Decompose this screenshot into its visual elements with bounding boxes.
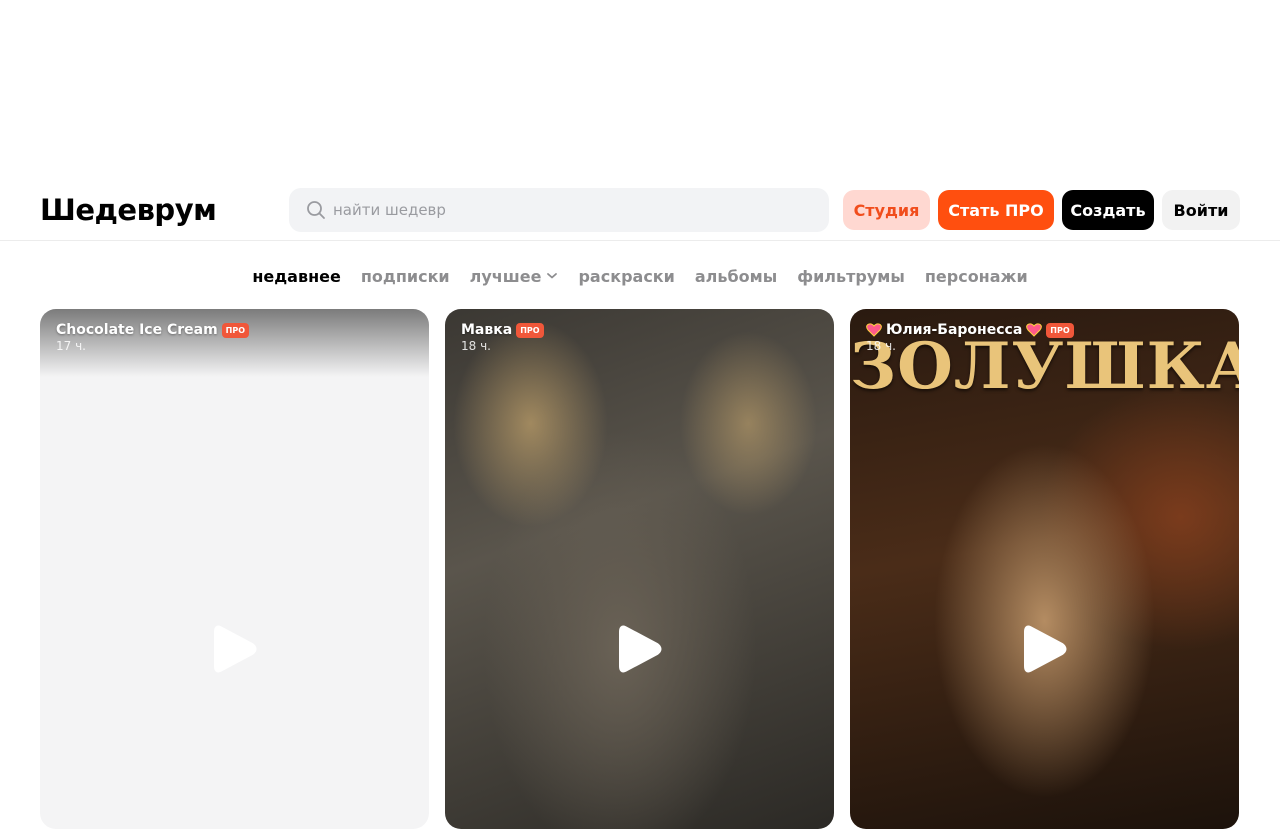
author-name[interactable]: Chocolate Ice Cream (56, 322, 218, 338)
tab-recent[interactable]: недавнее (252, 267, 341, 286)
card-meta: Chocolate Ice Cream ПРО 17 ч. (56, 322, 250, 353)
play-icon[interactable] (1020, 622, 1070, 676)
top-blank-area (0, 0, 1280, 170)
card-meta: Мавка ПРО 18 ч. (461, 322, 544, 353)
create-button[interactable]: Создать (1062, 190, 1154, 230)
logo[interactable]: Шедеврум (40, 190, 217, 230)
site-header: Шедеврум Студия Стать ПРО Создать Войти (0, 170, 1280, 241)
pro-badge: ПРО (1046, 322, 1074, 338)
tab-best[interactable]: лучшее (470, 267, 559, 286)
search-input[interactable] (333, 201, 813, 219)
post-time: 18 ч. (866, 339, 896, 353)
author-name[interactable]: Мавка (461, 322, 512, 338)
feed-grid: Chocolate Ice Cream ПРО 17 ч. Мавка ПРО … (40, 309, 1239, 829)
feed-card[interactable]: Мавка ПРО 18 ч. (445, 309, 834, 829)
feed-tabs: недавнее подписки лучшее раскраски альбо… (0, 241, 1280, 309)
pro-badge: ПРО (516, 322, 544, 338)
post-time: 17 ч. (56, 339, 86, 353)
pro-badge: ПРО (221, 322, 250, 338)
play-icon[interactable] (615, 622, 665, 676)
login-button[interactable]: Войти (1162, 190, 1240, 230)
heart-icon (1026, 323, 1043, 337)
play-icon[interactable] (210, 622, 260, 676)
feed-card[interactable]: ЗОЛУШКА Юлия-Баронесса ПРО 18 ч. (850, 309, 1239, 829)
become-pro-button[interactable]: Стать ПРО (938, 190, 1054, 230)
author-name[interactable]: Юлия-Баронесса (886, 322, 1022, 338)
chevron-down-icon (547, 273, 558, 279)
tab-subscriptions[interactable]: подписки (361, 267, 450, 286)
tab-albums[interactable]: альбомы (695, 267, 777, 286)
search-icon (307, 201, 325, 219)
tab-characters[interactable]: персонажи (925, 267, 1028, 286)
search-bar[interactable] (289, 188, 829, 232)
feed-card[interactable]: Chocolate Ice Cream ПРО 17 ч. (40, 309, 429, 829)
heart-icon (866, 323, 882, 337)
post-time: 18 ч. (461, 339, 491, 353)
tab-coloring[interactable]: раскраски (578, 267, 674, 286)
tab-filters[interactable]: фильтрумы (797, 267, 905, 286)
studio-button[interactable]: Студия (843, 190, 930, 230)
card-meta: Юлия-Баронесса ПРО 18 ч. (866, 322, 1074, 353)
